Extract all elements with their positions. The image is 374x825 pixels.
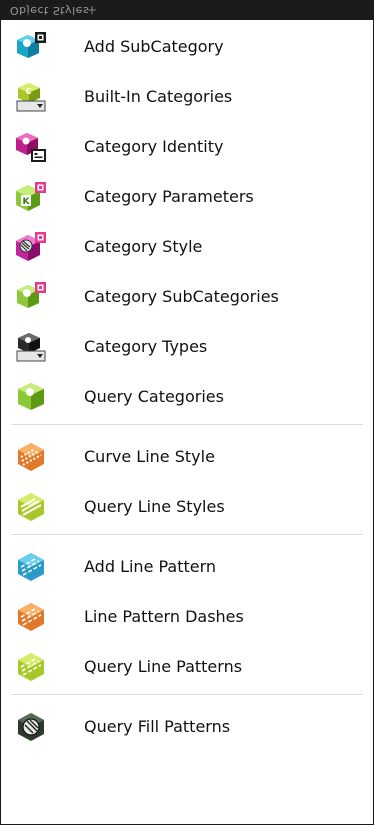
separator	[11, 424, 363, 425]
menu-item-category-style[interactable]: Category Style	[1, 222, 373, 272]
svg-text:C: C	[26, 87, 32, 96]
svg-text:K: K	[23, 197, 31, 207]
menu-item-label: Line Pattern Dashes	[84, 607, 244, 626]
query-categories-icon	[18, 383, 44, 410]
category-subcategories-icon	[17, 282, 46, 308]
menu-item-label: Category Parameters	[84, 187, 254, 206]
separator	[11, 534, 363, 535]
panel-title-bar: Object Styles +	[1, 1, 373, 20]
object-styles-panel: Object Styles + Add SubCategory C Built-…	[0, 0, 374, 825]
menu-item-category-identity[interactable]: Category Identity	[1, 122, 373, 172]
curve-line-style-icon	[18, 443, 44, 471]
category-add-icon	[17, 32, 46, 58]
menu-item-label: Query Line Styles	[84, 497, 225, 516]
category-identity-icon	[16, 133, 46, 162]
menu-item-curve-line-style[interactable]: Curve Line Style	[1, 432, 373, 482]
menu-item-label: Query Categories	[84, 387, 224, 406]
menu-item-category-types[interactable]: Category Types	[1, 322, 373, 372]
menu-item-label: Category Identity	[84, 137, 224, 156]
menu-item-query-line-styles[interactable]: Query Line Styles	[1, 482, 373, 532]
line-pattern-dashes-icon	[18, 603, 44, 631]
menu-item-label: Query Fill Patterns	[84, 717, 231, 736]
menu-item-query-categories[interactable]: Query Categories	[1, 372, 373, 422]
menu-item-built-in-categories[interactable]: C Built-In Categories	[1, 72, 373, 122]
menu-item-label: Category SubCategories	[84, 287, 279, 306]
query-fill-patterns-icon	[18, 713, 44, 741]
menu-item-query-fill-patterns[interactable]: Query Fill Patterns	[1, 702, 373, 752]
menu-item-label: Add Line Pattern	[84, 557, 217, 576]
query-line-styles-icon	[18, 493, 44, 521]
pin-icon[interactable]: +	[87, 1, 98, 20]
menu-item-line-pattern-dashes[interactable]: Line Pattern Dashes	[1, 592, 373, 642]
panel-title: Object Styles	[10, 4, 90, 17]
menu-item-label: Query Line Patterns	[84, 657, 243, 676]
query-line-patterns-icon	[18, 653, 44, 681]
menu-item-category-parameters[interactable]: K Category Parameters	[1, 172, 373, 222]
category-parameters-icon: K	[16, 182, 46, 211]
menu-item-query-line-patterns[interactable]: Query Line Patterns	[1, 642, 373, 692]
menu-item-label: Built-In Categories	[84, 87, 233, 106]
separator	[11, 694, 363, 695]
menu-item-label: Add SubCategory	[84, 37, 224, 56]
category-style-icon	[16, 232, 46, 261]
menu-item-add-subcategory[interactable]: Add SubCategory	[1, 22, 373, 72]
builtin-categories-icon: C	[16, 83, 46, 112]
menu-item-label: Curve Line Style	[84, 447, 215, 466]
menu-item-add-line-pattern[interactable]: Add Line Pattern	[1, 542, 373, 592]
add-line-pattern-icon	[18, 553, 44, 581]
menu-item-label: Category Style	[84, 237, 203, 256]
category-types-icon	[16, 333, 46, 362]
menu-item-category-subcategories[interactable]: Category SubCategories	[1, 272, 373, 322]
menu-item-label: Category Types	[84, 337, 208, 356]
